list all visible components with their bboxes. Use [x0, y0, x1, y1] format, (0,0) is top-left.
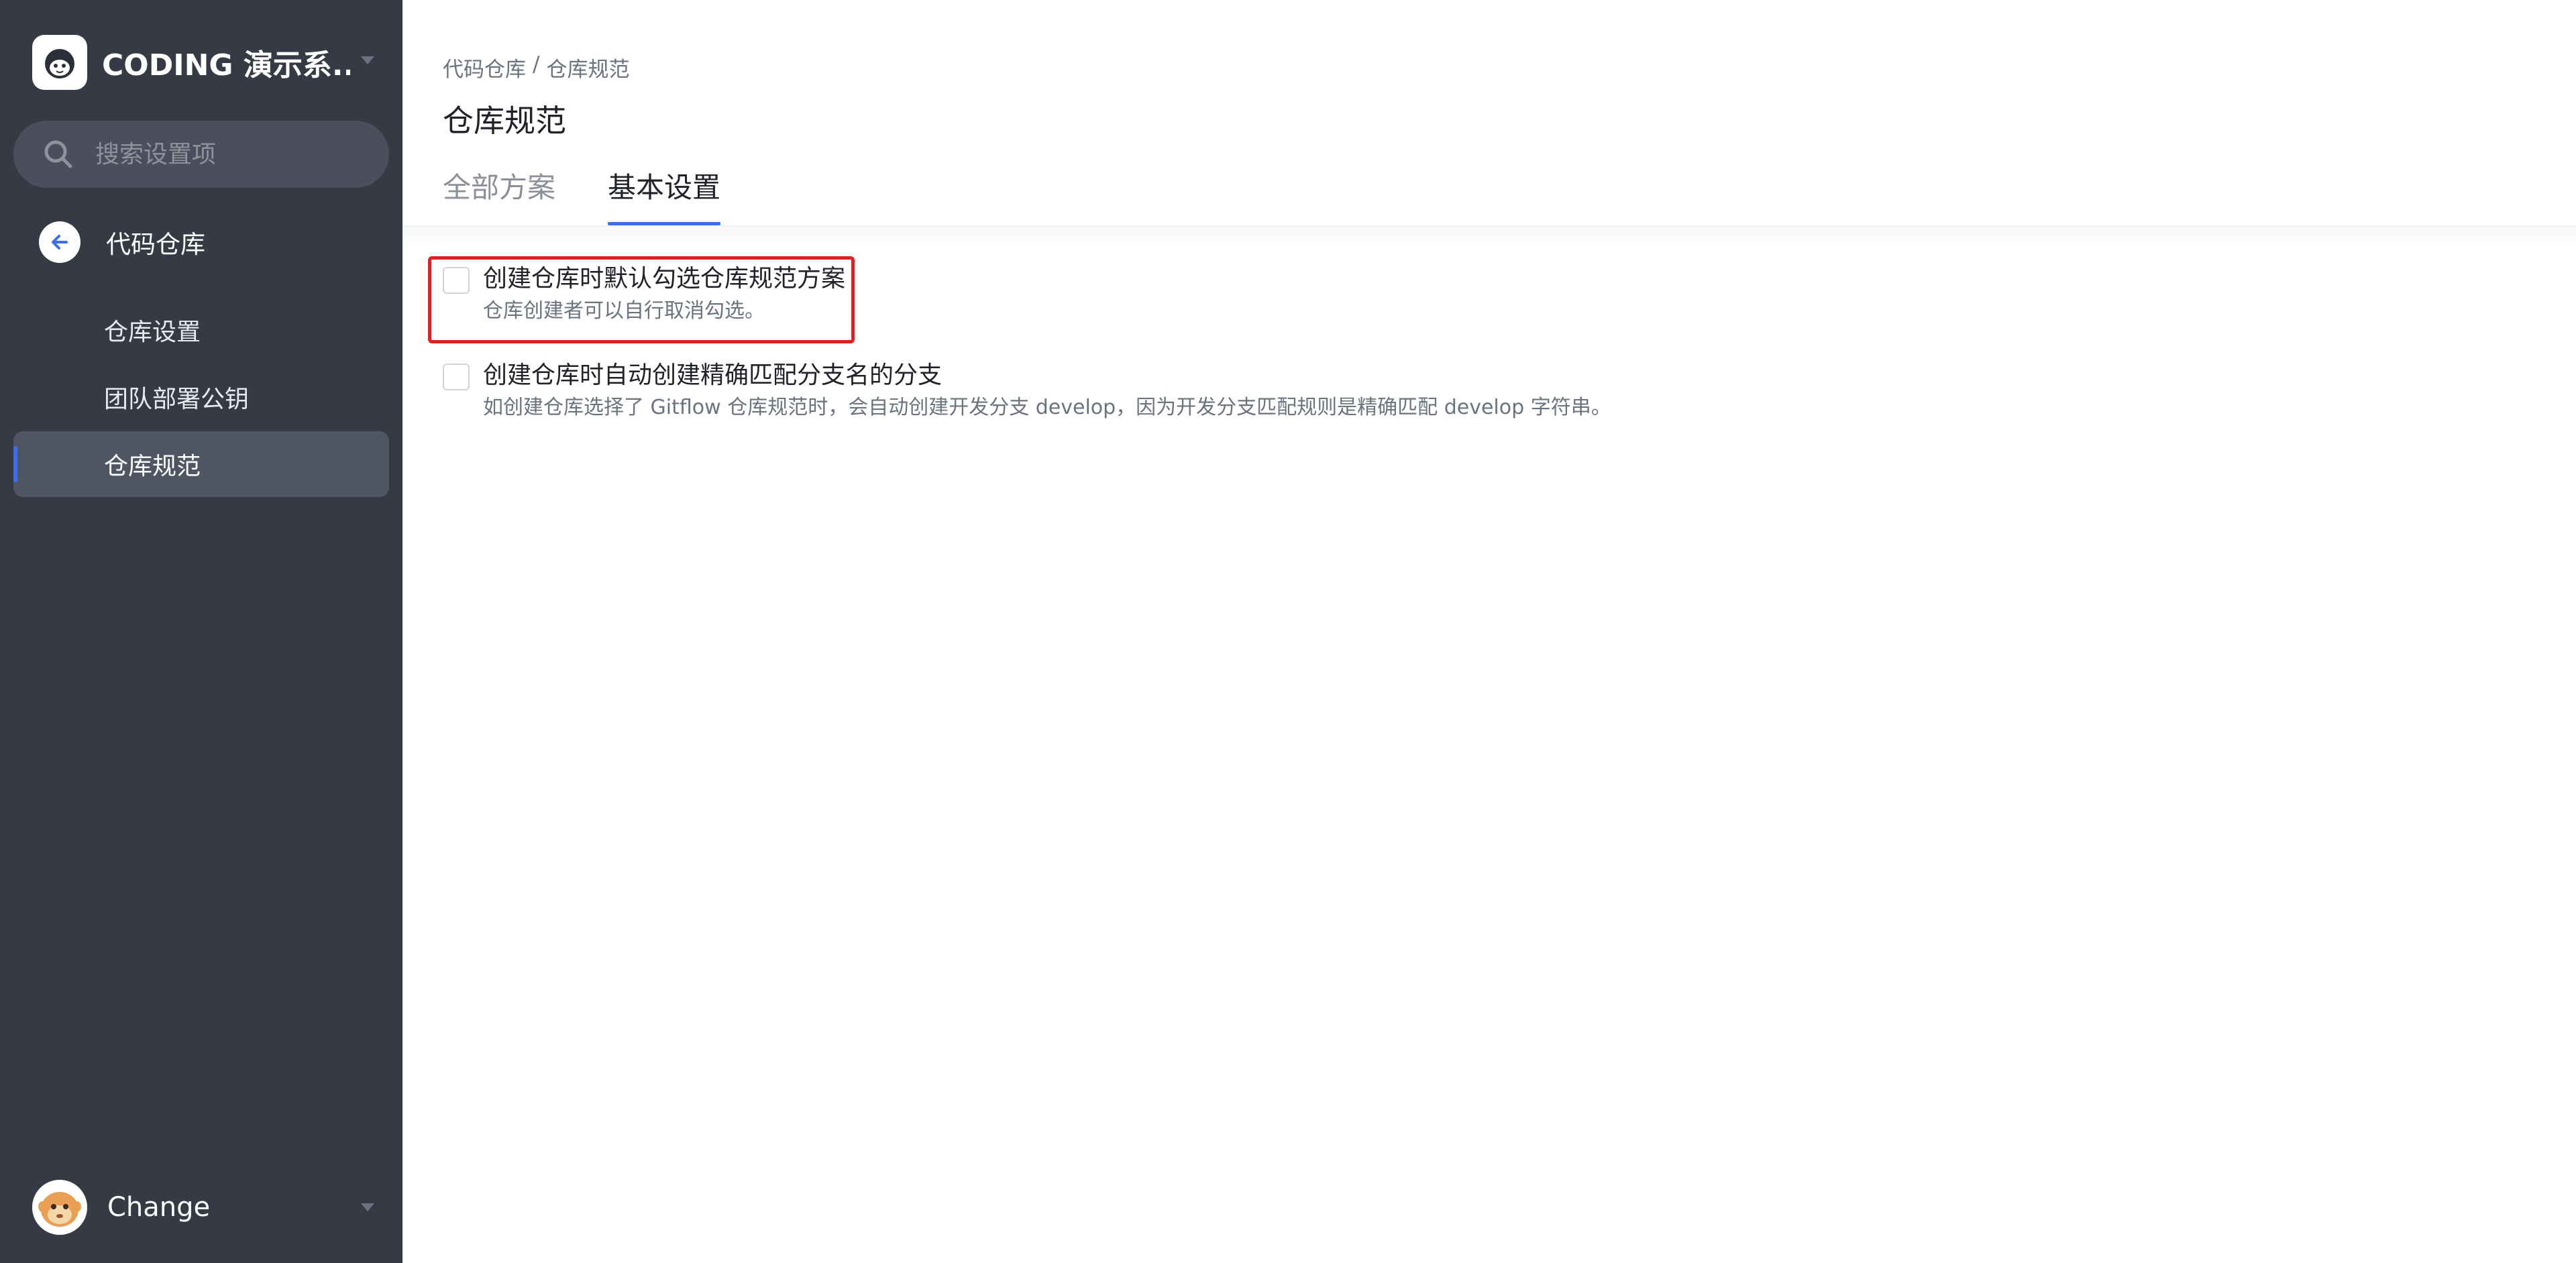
option-default-check-scheme: 创建仓库时默认勾选仓库规范方案 仓库创建者可以自行取消勾选。: [443, 263, 845, 327]
breadcrumb-separator: /: [533, 52, 540, 76]
option-description: 如创建仓库选择了 Gitflow 仓库规范时，会自动创建开发分支 develop…: [483, 396, 1611, 419]
search-box[interactable]: [13, 121, 389, 188]
org-name: CODING 演示系...: [102, 48, 350, 83]
tab-all-schemes[interactable]: 全部方案: [443, 165, 555, 225]
default-check-scheme-checkbox[interactable]: [443, 267, 470, 294]
chevron-down-icon: [361, 1203, 374, 1211]
active-indicator: [13, 446, 17, 482]
breadcrumb: 代码仓库 / 仓库规范: [443, 52, 629, 83]
tab-bar: 全部方案 基本设置: [443, 165, 773, 225]
auto-create-branch-checkbox[interactable]: [443, 364, 470, 390]
search-icon: [44, 140, 72, 168]
sidebar-item-repo-rules[interactable]: 仓库规范: [13, 431, 389, 497]
tab-shadow: [402, 227, 2576, 248]
user-name: Change: [107, 1192, 211, 1223]
sidebar-item-label: 仓库规范: [104, 453, 201, 480]
option-title[interactable]: 创建仓库时自动创建精确匹配分支名的分支: [483, 360, 1611, 392]
arrow-left-icon: [39, 221, 80, 263]
sidebar-item-label: 团队部署公钥: [104, 386, 250, 413]
main-content: 代码仓库 / 仓库规范 仓库规范 全部方案 基本设置 创建仓库时默认勾选仓库规范…: [402, 0, 2576, 1263]
tab-basic-settings[interactable]: 基本设置: [608, 165, 721, 225]
org-switcher[interactable]: CODING 演示系...: [32, 32, 381, 93]
option-description: 仓库创建者可以自行取消勾选。: [483, 299, 765, 323]
sidebar-item-repo-settings[interactable]: 仓库设置: [13, 297, 389, 363]
option-auto-create-branch: 创建仓库时自动创建精确匹配分支名的分支 如创建仓库选择了 Gitflow 仓库规…: [443, 360, 1611, 424]
avatar: [32, 1180, 87, 1235]
page-title: 仓库规范: [443, 103, 566, 139]
option-text: 创建仓库时默认勾选仓库规范方案 仓库创建者可以自行取消勾选。: [483, 263, 845, 327]
sidebar-item-label: 仓库设置: [104, 319, 201, 346]
option-title[interactable]: 创建仓库时默认勾选仓库规范方案: [483, 263, 845, 295]
search-input[interactable]: [94, 140, 362, 169]
back-label: 代码仓库: [106, 230, 205, 259]
sidebar-item-deploy-keys[interactable]: 团队部署公钥: [13, 364, 389, 430]
user-menu[interactable]: Change: [32, 1177, 381, 1238]
breadcrumb-parent[interactable]: 代码仓库: [443, 52, 526, 83]
back-to-repo[interactable]: 代码仓库: [39, 219, 205, 266]
option-text: 创建仓库时自动创建精确匹配分支名的分支 如创建仓库选择了 Gitflow 仓库规…: [483, 360, 1611, 424]
breadcrumb-current: 仓库规范: [546, 58, 630, 82]
chevron-down-icon: [361, 56, 374, 64]
sidebar: CODING 演示系... 代码仓库 仓库设置 团队部署公钥 仓库规范: [0, 0, 402, 1263]
coding-logo-icon: [32, 35, 87, 90]
